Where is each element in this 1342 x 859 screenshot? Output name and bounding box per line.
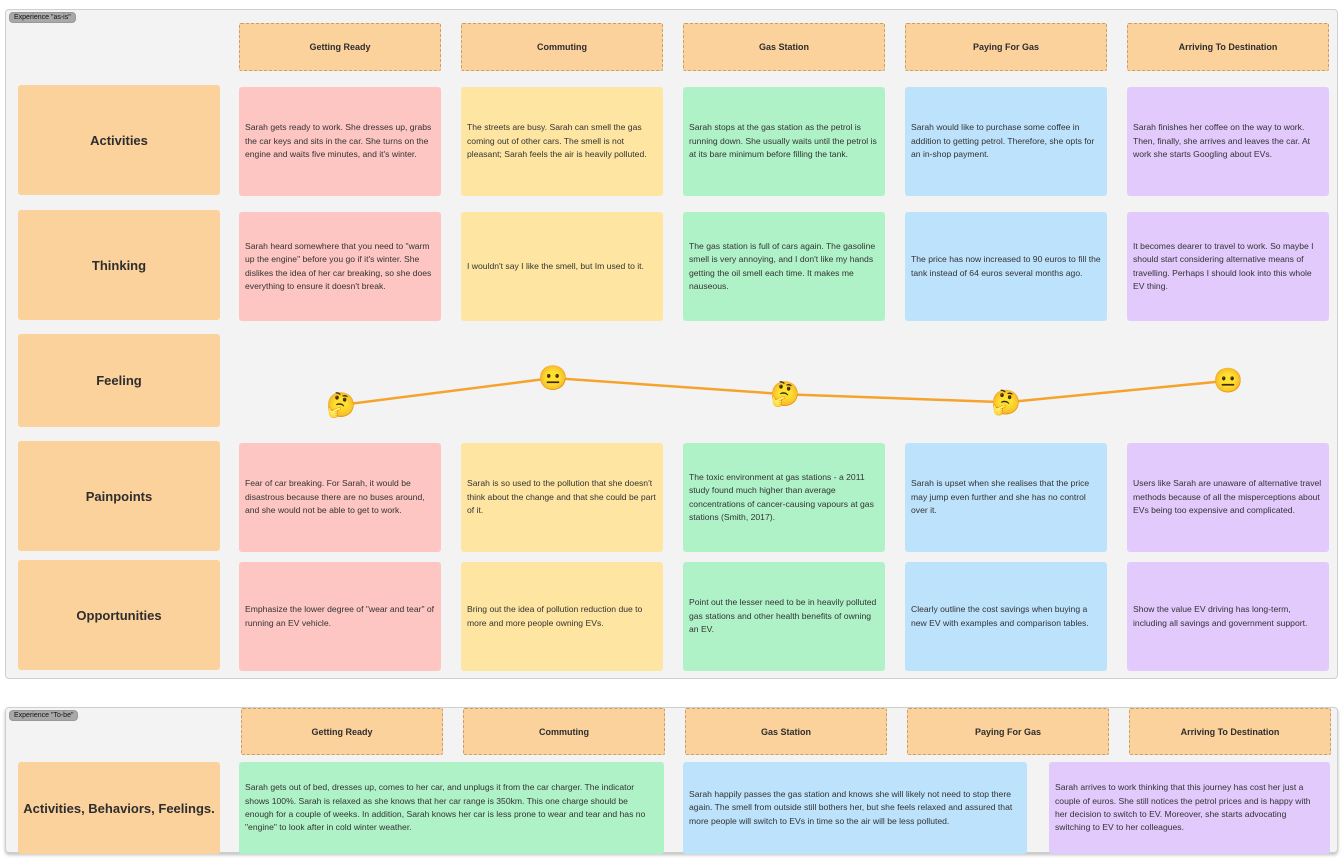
note-text: Bring out the idea of pollution reductio… [467,604,643,628]
phase-header: Commuting [463,708,665,755]
feeling-line-segment [340,376,554,407]
note-text: The streets are busy. Sarah can smell th… [467,122,647,160]
row-label: Opportunities [18,560,220,670]
note-text: The price has now increased to 90 euros … [911,254,1101,278]
sticky-note: Sarah heard somewhere that you need to "… [239,212,441,321]
row-label: Activities, Behaviors, Feelings. [18,762,220,854]
note-text: Sarah gets ready to work. She dresses up… [245,122,432,160]
frame-tag: Experience "To-be" [9,710,79,721]
sticky-note: I wouldn't say I like the smell, but Im … [461,212,663,321]
note-text: Sarah would like to purchase some coffee… [911,122,1095,160]
sticky-note: Sarah happily passes the gas station and… [683,762,1027,854]
phase-header: Paying For Gas [907,708,1109,755]
note-text: It becomes dearer to travel to work. So … [1133,240,1314,291]
frame-tag: Experience "as-is" [9,12,76,23]
phase-header: Arriving To Destination [1127,23,1329,71]
sticky-note: Point out the lesser need to be in heavi… [683,562,885,671]
sticky-note: Sarah stops at the gas station as the pe… [683,87,885,196]
sticky-note: The price has now increased to 90 euros … [905,212,1107,321]
phase-header: Getting Ready [241,708,443,755]
note-text: Sarah heard somewhere that you need to "… [245,240,432,291]
phase-header: Commuting [461,23,663,71]
row-label: Painpoints [18,441,220,551]
feeling-line-segment [552,376,786,396]
sticky-note: Sarah is upset when she realises that th… [905,443,1107,552]
note-text: Sarah is upset when she realises that th… [911,478,1090,516]
sticky-note: Sarah would like to purchase some coffee… [905,87,1107,196]
note-text: Sarah stops at the gas station as the pe… [689,122,877,160]
sticky-note: Sarah is so used to the pollution that s… [461,443,663,552]
note-text: Show the value EV driving has long-term,… [1133,604,1308,628]
to-be-frame: Experience "To-be" Getting Ready Commutin… [5,707,1338,854]
sticky-note: Sarah arrives to work thinking that this… [1049,762,1330,854]
sticky-note: Show the value EV driving has long-term,… [1127,562,1329,671]
note-text: Clearly outline the cost savings when bu… [911,604,1089,628]
phase-header: Arriving To Destination [1129,708,1331,755]
thinking-face-emoji-icon: 🤔 [991,389,1021,416]
phase-header: Gas Station [683,23,885,71]
phase-header: Getting Ready [239,23,441,71]
sticky-note: Clearly outline the cost savings when bu… [905,562,1107,671]
phase-header: Paying For Gas [905,23,1107,71]
note-text: Sarah finishes her coffee on the way to … [1133,122,1311,160]
thinking-face-emoji-icon: 🤔 [770,381,800,408]
sticky-note: Emphasize the lower degree of "wear and … [239,562,441,671]
note-text: Sarah gets out of bed, dresses up, comes… [245,782,646,833]
row-label: Feeling [18,334,220,427]
row-label: Activities [18,85,220,195]
thinking-face-emoji-icon: 🤔 [326,392,356,419]
sticky-note: The streets are busy. Sarah can smell th… [461,87,663,196]
feeling-line-segment [1005,379,1229,404]
note-text: Sarah arrives to work thinking that this… [1055,782,1311,833]
row-label: Thinking [18,210,220,320]
as-is-frame: Experience "as-is" Getting Ready Commutin… [5,9,1338,679]
note-text: Fear of car breaking. For Sarah, it woul… [245,478,425,516]
sticky-note: Sarah gets out of bed, dresses up, comes… [239,762,664,854]
sticky-note: Users like Sarah are unaware of alternat… [1127,443,1329,552]
neutral-face-emoji-icon: 😐 [538,365,568,392]
sticky-note: It becomes dearer to travel to work. So … [1127,212,1329,321]
note-text: Users like Sarah are unaware of alternat… [1133,478,1322,516]
sticky-note: Sarah finishes her coffee on the way to … [1127,87,1329,196]
note-text: I wouldn't say I like the smell, but Im … [467,260,644,271]
sticky-note: Fear of car breaking. For Sarah, it woul… [239,443,441,552]
note-text: Sarah happily passes the gas station and… [689,788,1013,826]
sticky-note: Bring out the idea of pollution reductio… [461,562,663,671]
sticky-note: The toxic environment at gas stations - … [683,443,885,552]
note-text: The gas station is full of cars again. T… [689,240,876,291]
note-text: Emphasize the lower degree of "wear and … [245,604,435,628]
neutral-face-emoji-icon: 😐 [1213,368,1243,395]
note-text: Sarah is so used to the pollution that s… [467,478,656,516]
note-text: Point out the lesser need to be in heavi… [689,597,877,635]
sticky-note: The gas station is full of cars again. T… [683,212,885,321]
feeling-line-segment [784,392,1007,404]
phase-header: Gas Station [685,708,887,755]
note-text: The toxic environment at gas stations - … [689,471,874,522]
sticky-note: Sarah gets ready to work. She dresses up… [239,87,441,196]
